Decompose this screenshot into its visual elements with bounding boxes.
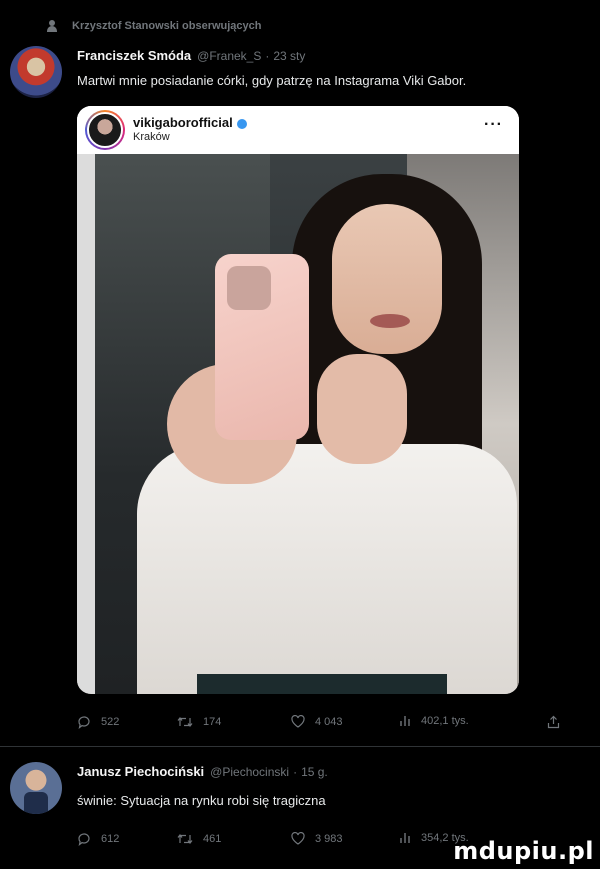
reply-icon [78, 716, 90, 729]
instagram-location[interactable]: Kraków [133, 131, 247, 144]
reply-button[interactable]: 522 [77, 715, 119, 729]
like-count: 4 043 [315, 715, 343, 728]
reply-button[interactable]: 612 [77, 832, 119, 846]
like-count: 3 983 [315, 832, 343, 845]
share-button[interactable] [547, 715, 560, 729]
avatar[interactable] [10, 762, 62, 814]
author-name[interactable]: Franciszek Smóda [77, 48, 191, 63]
heart-icon [291, 832, 305, 845]
instagram-header: vikigaborofficial Kraków ··· [77, 106, 519, 154]
retweet-icon [177, 717, 193, 727]
heart-icon [291, 715, 305, 728]
share-icon [547, 715, 560, 729]
verified-icon [236, 118, 247, 129]
social-context: Krzysztof Stanowski obserwujących [46, 20, 262, 32]
retweet-count: 461 [203, 833, 222, 845]
views-icon [400, 716, 410, 726]
tweet-divider [0, 746, 600, 747]
meta-separator: · [293, 765, 298, 779]
social-context-text: Krzysztof Stanowski obserwujących [72, 20, 262, 32]
reply-count: 522 [101, 716, 120, 728]
reply-count: 612 [101, 833, 120, 845]
tweet-timestamp[interactable]: 23 sty [273, 49, 305, 63]
instagram-username[interactable]: vikigaborofficial [133, 115, 233, 131]
retweet-button[interactable]: 174 [177, 715, 221, 729]
like-button[interactable]: 4 043 [291, 715, 343, 728]
views-count: 402,1 tys. [421, 715, 469, 727]
retweet-icon [177, 834, 193, 844]
watermark: mdupiu.pl [453, 837, 594, 865]
tweet-header: Janusz Piechociński @Piechocinski · 15 g… [77, 764, 328, 779]
person-icon [46, 20, 58, 32]
author-name[interactable]: Janusz Piechociński [77, 764, 204, 779]
avatar[interactable] [10, 46, 62, 98]
tweet-text: świnie: Sytuacja na rynku robi się tragi… [77, 793, 326, 808]
tweet-header: Franciszek Smóda @Franek_S · 23 sty [77, 48, 305, 63]
views-icon [400, 833, 410, 843]
meta-separator: · [265, 49, 270, 63]
author-handle[interactable]: @Piechocinski [210, 765, 289, 779]
retweet-button[interactable]: 461 [177, 832, 221, 846]
tweet-meta: @Piechocinski · 15 g. [210, 765, 328, 779]
retweet-count: 174 [203, 716, 222, 728]
reply-icon [78, 833, 90, 846]
tweet-meta: @Franek_S · 23 sty [197, 49, 305, 63]
tweet-timestamp[interactable]: 15 g. [301, 765, 328, 779]
instagram-username-row[interactable]: vikigaborofficial [133, 115, 247, 131]
author-handle[interactable]: @Franek_S [197, 49, 261, 63]
views-button[interactable]: 402,1 tys. [399, 715, 469, 727]
instagram-photo[interactable] [77, 154, 519, 694]
more-options-icon[interactable]: ··· [484, 116, 503, 134]
instagram-embed[interactable]: vikigaborofficial Kraków ··· [77, 106, 519, 694]
instagram-avatar[interactable] [85, 110, 125, 150]
like-button[interactable]: 3 983 [291, 832, 343, 845]
tweet-actions: 522 174 4 043 402,1 tys. [77, 715, 567, 735]
tweet-text: Martwi mnie posiadanie córki, gdy patrzę… [77, 73, 467, 88]
